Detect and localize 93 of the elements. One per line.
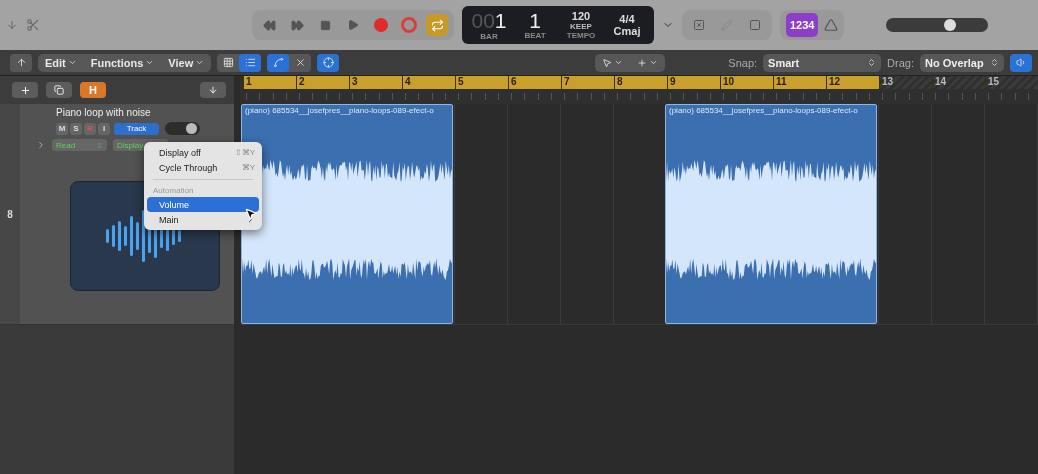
catch-button[interactable]	[317, 53, 340, 72]
menu-button[interactable]: View	[161, 53, 212, 72]
track-number: 8	[7, 208, 13, 220]
beat-label: BEAT	[524, 31, 546, 40]
region-name: (piano) 685534__josefpres__piano-loops-089-efect-o	[244, 105, 435, 116]
bar-number: 13	[881, 76, 895, 87]
grid-icon	[222, 57, 234, 68]
bar-number: 6	[510, 76, 518, 87]
beat-value: 1	[529, 10, 541, 31]
automation-mode-select[interactable]: Read	[52, 139, 107, 151]
bar-number: 14	[934, 76, 948, 87]
chevron-down-icon	[145, 58, 155, 67]
record-icon	[374, 18, 388, 32]
plus-icon	[19, 84, 31, 96]
list-view-button[interactable]	[239, 53, 262, 72]
cycle-button[interactable]	[426, 14, 448, 36]
menu-button[interactable]: Functions	[83, 53, 162, 72]
time-signature: 4/4	[619, 13, 635, 25]
add-track-button[interactable]	[12, 82, 38, 98]
master-volume-slider[interactable]	[886, 18, 988, 32]
hide-button[interactable]: H	[80, 82, 106, 98]
snap-select[interactable]: Smart	[763, 53, 882, 72]
copy-icon	[54, 85, 64, 95]
chevron-down-icon	[67, 58, 77, 67]
bar-number: 10	[722, 76, 736, 87]
chevron-down-icon	[614, 58, 624, 67]
track-control-button[interactable]: I	[98, 122, 110, 135]
snap-label: Snap:	[728, 56, 758, 69]
region-name: (piano) 685534__josefpres__piano-loops-089-efect-o	[668, 105, 859, 116]
ring-icon	[401, 17, 417, 33]
square-x-icon	[693, 19, 705, 31]
speaker-icon	[1015, 57, 1027, 68]
plus-icon	[637, 57, 648, 68]
tempo-mode: KEEP	[570, 22, 592, 31]
down-arrow-icon	[6, 19, 18, 31]
tempo-value: 120	[571, 10, 591, 22]
chevron-down-icon	[649, 58, 659, 67]
chevron-right-icon	[246, 215, 255, 224]
track-name: Piano loop with noise	[56, 107, 152, 118]
menu-item[interactable]: Volume	[147, 197, 259, 212]
track-button[interactable]: Track	[114, 122, 159, 135]
bar-number: 12	[828, 76, 842, 87]
duplicate-track-button[interactable]	[46, 82, 72, 98]
count-in-button[interactable]: 1234	[786, 13, 819, 37]
bar-label: BAR	[480, 31, 498, 41]
chevron-down-icon	[195, 58, 205, 67]
bar-value: 1	[494, 8, 507, 32]
menu-button[interactable]: Edit	[38, 53, 84, 72]
curve-icon	[272, 57, 284, 68]
triangle-icon[interactable]	[824, 18, 839, 32]
scissors-icon	[26, 18, 40, 32]
track-control-button[interactable]: M	[56, 122, 68, 135]
track-toggle[interactable]	[165, 122, 200, 135]
bar-number: 9	[669, 76, 677, 87]
menu-item[interactable]: Main	[147, 212, 259, 227]
chevron-right-icon[interactable]	[36, 140, 46, 150]
down-arrow-icon	[208, 85, 218, 95]
drag-select[interactable]: No Overlap	[920, 53, 1004, 72]
collapse-button[interactable]	[200, 82, 226, 98]
bar-number: 1	[245, 76, 253, 87]
audio-button[interactable]	[1010, 53, 1032, 72]
automation-button[interactable]	[267, 53, 290, 72]
drag-label: Drag:	[887, 56, 914, 69]
bar-number: 2	[298, 76, 306, 87]
bar-number: 4	[404, 76, 412, 87]
play-icon	[347, 19, 359, 31]
bar-number: 11	[775, 76, 788, 87]
up-arrow-icon	[15, 57, 27, 68]
up-down-icon	[96, 141, 103, 149]
menu-section-header: Automation	[152, 185, 195, 197]
up-down-icon	[990, 58, 999, 67]
bar-number: 8	[616, 76, 624, 87]
bar-number: 15	[987, 76, 1001, 87]
stop-icon	[319, 19, 331, 31]
menu-item[interactable]: Cycle Through ⌘Y	[147, 160, 259, 175]
crosshair-icon	[322, 57, 334, 68]
bar-number: 7	[563, 76, 571, 87]
x-icon	[294, 57, 306, 68]
bar-number: 3	[351, 76, 359, 87]
track-control-button[interactable]: S	[70, 122, 82, 135]
tempo-label: TEMPO	[566, 31, 596, 40]
list-icon	[244, 57, 256, 68]
rewind-icon	[262, 18, 276, 32]
bar-number: 5	[457, 76, 465, 87]
pointer-icon	[602, 57, 613, 68]
back-button[interactable]	[10, 53, 32, 72]
fast-forward-icon	[290, 18, 304, 32]
up-down-icon	[867, 58, 877, 67]
cycle-icon	[430, 18, 444, 32]
square-icon	[749, 19, 761, 31]
key-signature: Cmaj	[613, 25, 641, 37]
bar-prefix: 00	[471, 8, 495, 32]
mouse-pointer-icon	[244, 207, 258, 221]
